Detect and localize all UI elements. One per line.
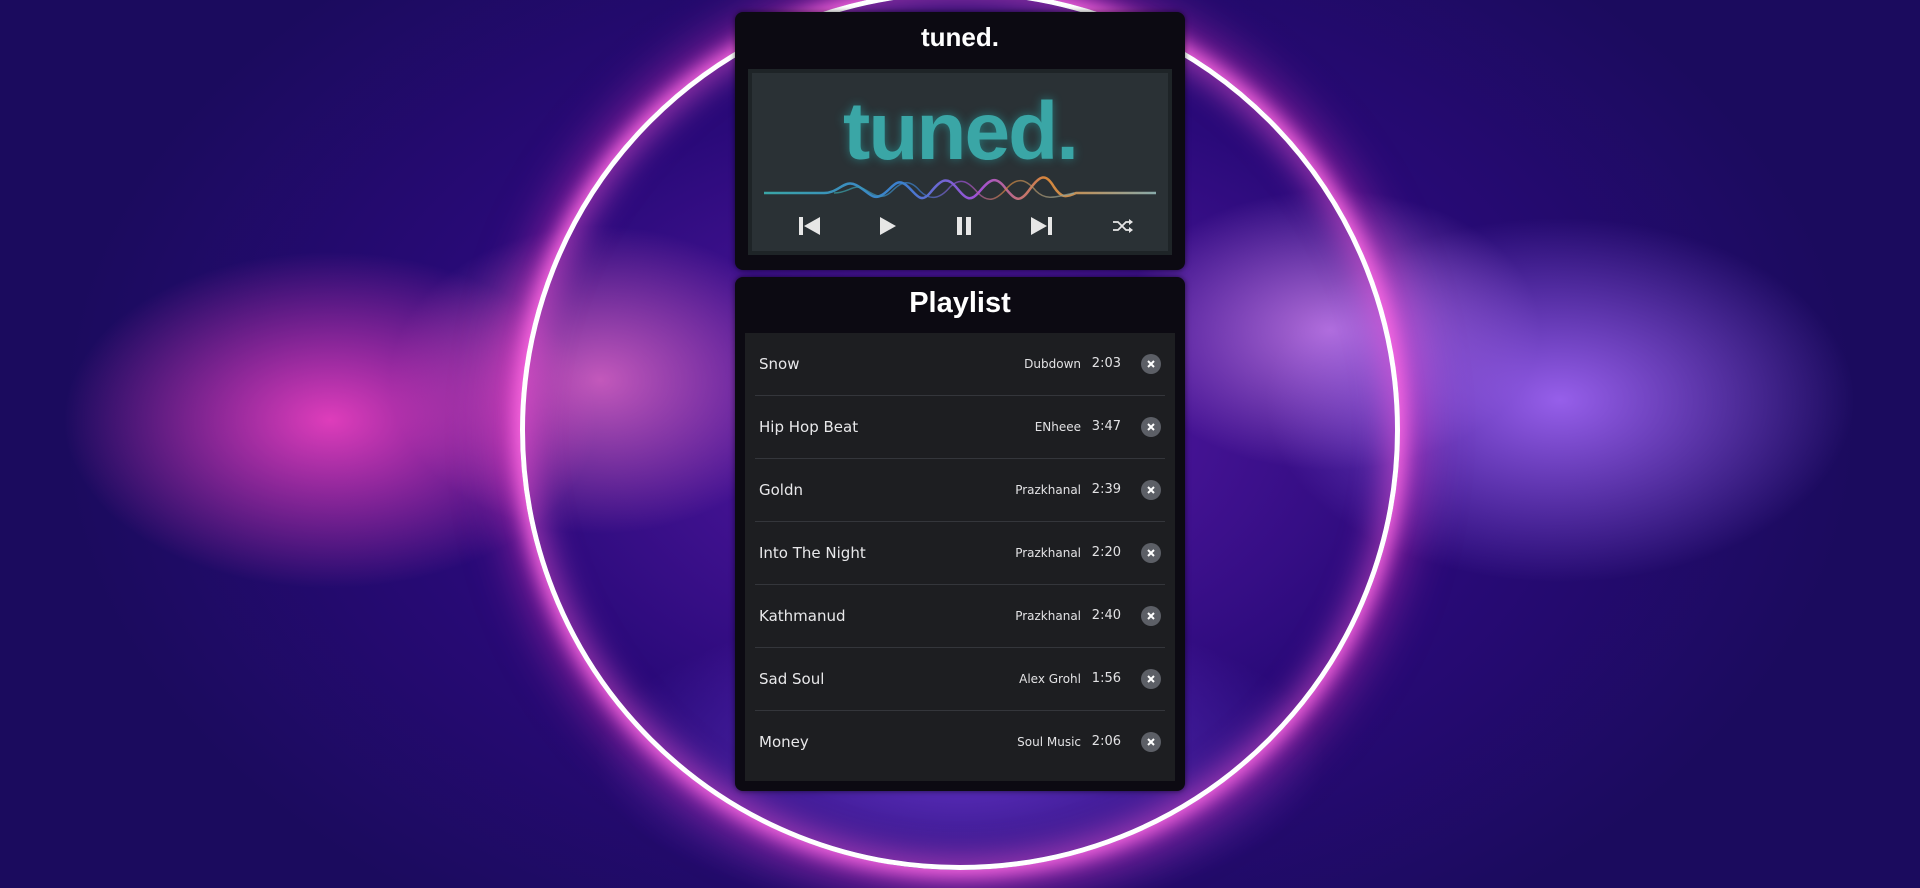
track-artist: Prazkhanal [1015, 483, 1081, 497]
remove-track-button[interactable] [1141, 417, 1161, 437]
close-icon [1147, 486, 1155, 494]
track-title: Money [759, 733, 809, 751]
play-button[interactable] [872, 213, 902, 239]
waveform-visualizer [764, 176, 1156, 200]
track-artist: ENheee [1034, 420, 1081, 434]
playlist-panel: Playlist Snow Dubdown 2:03 Hip Hop Beat … [735, 277, 1185, 791]
track-artist: Soul Music [1017, 735, 1081, 749]
skip-next-icon [1031, 217, 1052, 235]
playlist-track-row[interactable]: Kathmanud Prazkhanal 2:40 [755, 585, 1165, 648]
remove-track-button[interactable] [1141, 543, 1161, 563]
track-title: Kathmanud [759, 607, 846, 625]
shuffle-button[interactable] [1107, 213, 1137, 239]
track-duration: 1:56 [1091, 671, 1121, 686]
playlist-track-row[interactable]: Goldn Prazkhanal 2:39 [755, 459, 1165, 522]
pause-button[interactable] [949, 213, 979, 239]
remove-track-button[interactable] [1141, 480, 1161, 500]
track-duration: 2:06 [1091, 734, 1121, 749]
track-title: Into The Night [759, 544, 866, 562]
close-icon [1147, 675, 1155, 683]
track-title: Snow [759, 355, 800, 373]
track-artist: Prazkhanal [1015, 609, 1081, 623]
close-icon [1147, 549, 1155, 557]
pause-icon [957, 217, 971, 235]
playlist-title: Playlist [909, 287, 1011, 319]
playlist-track-row[interactable]: Money Soul Music 2:06 [755, 711, 1165, 773]
playlist-track-row[interactable]: Sad Soul Alex Grohl 1:56 [755, 648, 1165, 711]
track-title: Goldn [759, 481, 803, 499]
remove-track-button[interactable] [1141, 669, 1161, 689]
player-screen: tuned. [748, 69, 1172, 255]
track-duration: 2:03 [1091, 356, 1121, 371]
track-artist: Prazkhanal [1015, 546, 1081, 560]
playlist-track-row[interactable]: Snow Dubdown 2:03 [755, 333, 1165, 396]
skip-previous-icon [799, 217, 820, 235]
playlist-track-row[interactable]: Hip Hop Beat ENheee 3:47 [755, 396, 1165, 459]
track-title: Hip Hop Beat [759, 418, 859, 436]
player-controls [752, 213, 1168, 239]
close-icon [1147, 423, 1155, 431]
track-artist: Alex Grohl [1019, 672, 1081, 686]
track-duration: 2:39 [1091, 482, 1121, 497]
remove-track-button[interactable] [1141, 354, 1161, 374]
previous-button[interactable] [794, 213, 824, 239]
player-panel: tuned. tuned. [735, 12, 1185, 270]
player-logo: tuned. [843, 86, 1079, 177]
playlist-list: Snow Dubdown 2:03 Hip Hop Beat ENheee 3:… [745, 333, 1175, 781]
shuffle-icon [1113, 219, 1133, 233]
play-icon [880, 217, 896, 235]
track-duration: 2:20 [1091, 545, 1121, 560]
close-icon [1147, 738, 1155, 746]
next-button[interactable] [1027, 213, 1057, 239]
close-icon [1147, 360, 1155, 368]
track-artist: Dubdown [1024, 357, 1081, 371]
app-title: tuned. [921, 22, 999, 52]
track-duration: 3:47 [1091, 419, 1121, 434]
playlist-track-row[interactable]: Into The Night Prazkhanal 2:20 [755, 522, 1165, 585]
remove-track-button[interactable] [1141, 732, 1161, 752]
remove-track-button[interactable] [1141, 606, 1161, 626]
track-duration: 2:40 [1091, 608, 1121, 623]
track-title: Sad Soul [759, 670, 825, 688]
close-icon [1147, 612, 1155, 620]
